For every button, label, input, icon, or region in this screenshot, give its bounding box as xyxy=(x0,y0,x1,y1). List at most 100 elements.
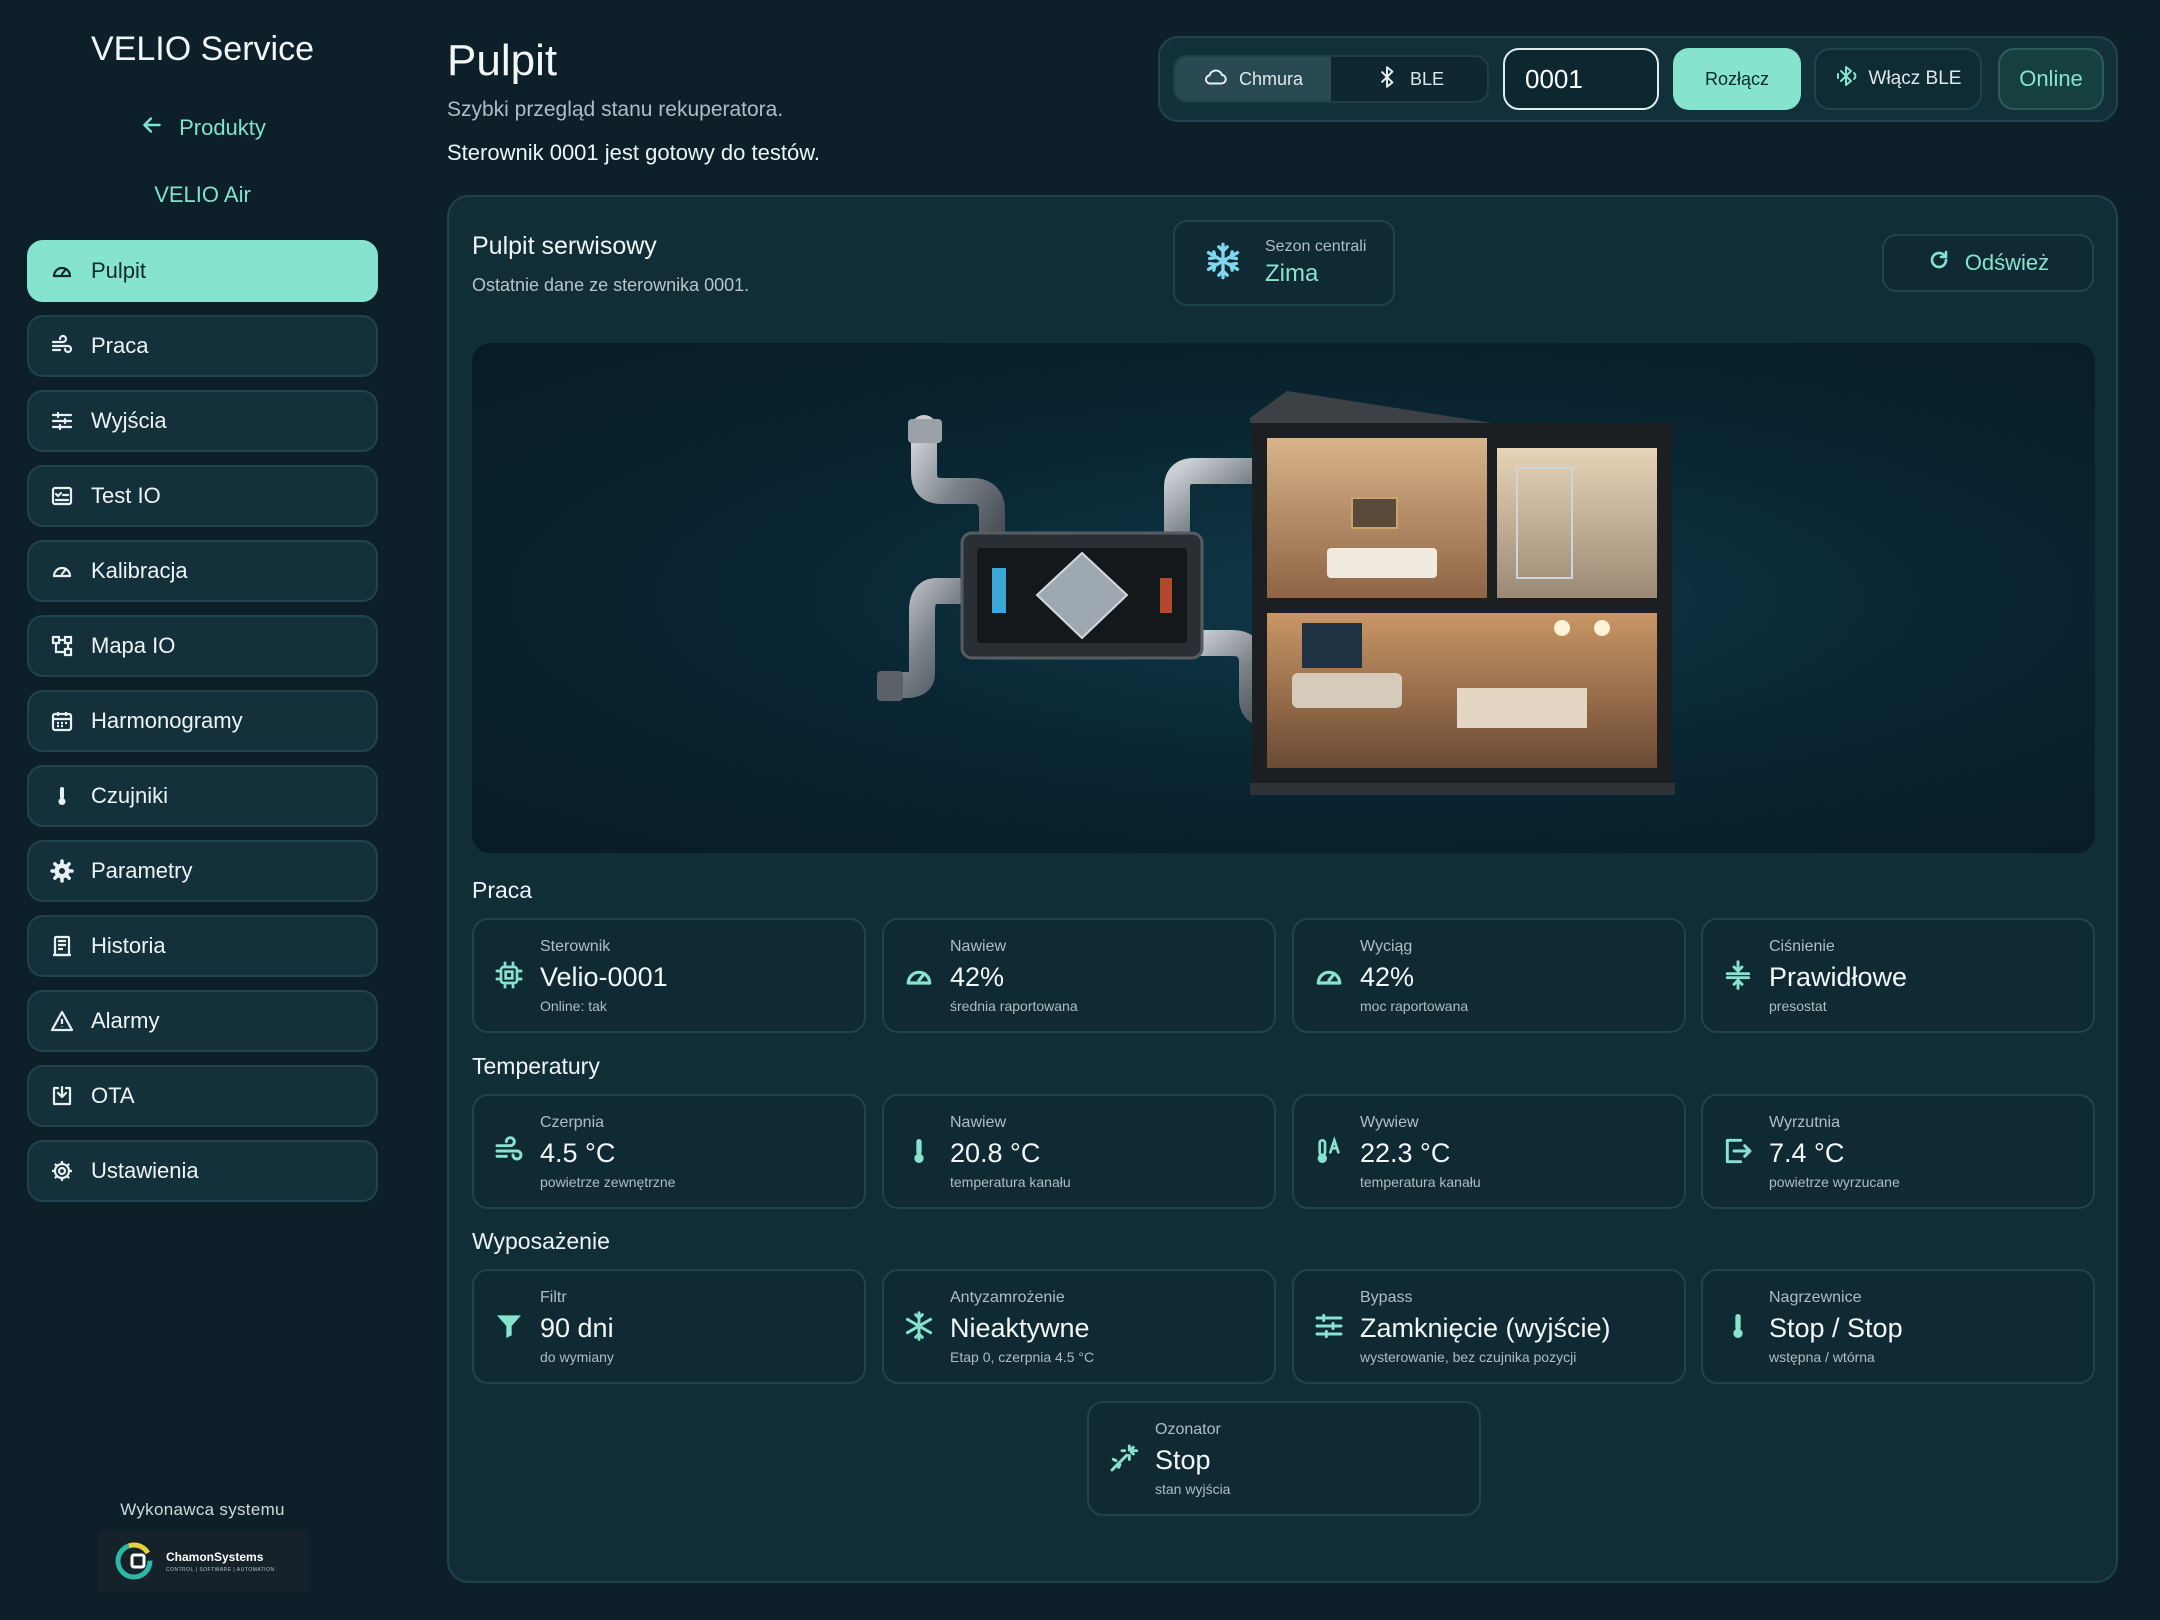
refresh-button[interactable]: Odśwież xyxy=(1882,234,2094,292)
card-value: 20.8 °C xyxy=(950,1138,1041,1168)
page-status-message: Sterownik 0001 jest gotowy do testów. xyxy=(447,140,820,165)
sidebar-item-ota[interactable]: OTA xyxy=(27,1065,378,1127)
bluetooth-icon xyxy=(1374,64,1400,95)
card-note: wstępna / wtórna xyxy=(1769,1349,1875,1365)
product-name: VELIO Air xyxy=(154,182,251,207)
gauge-icon xyxy=(49,258,75,284)
download-icon xyxy=(49,1083,75,1109)
history-icon xyxy=(49,933,75,959)
sidebar-item-ustawienia[interactable]: Ustawienia xyxy=(27,1140,378,1202)
thermometer-icon xyxy=(902,1134,936,1168)
card-value: Stop xyxy=(1155,1445,1211,1475)
checklist-icon xyxy=(49,483,75,509)
card-note: powietrze wyrzucane xyxy=(1769,1174,1900,1190)
card-value: Velio-0001 xyxy=(540,962,668,992)
gear-icon xyxy=(49,858,75,884)
section-title-temperatures: Temperatury xyxy=(472,1053,600,1079)
season-label: Sezon centrali xyxy=(1265,238,1367,255)
recuperator-illustration xyxy=(472,343,2095,853)
wind-icon xyxy=(492,1134,526,1168)
gauge-icon xyxy=(1312,958,1346,992)
sidebar-item-label: Parametry xyxy=(91,858,193,883)
back-link-label: Produkty xyxy=(179,115,266,140)
card-value: 22.3 °C xyxy=(1360,1138,1451,1168)
sidebar-item-label: Wyjścia xyxy=(91,408,167,433)
card-value: 4.5 °C xyxy=(540,1138,616,1168)
card-supply-power: Nawiew 42% średnia raportowana xyxy=(882,918,1276,1033)
pressure-icon xyxy=(1721,958,1755,992)
sidebar-item-praca[interactable]: Praca xyxy=(27,315,378,377)
sidebar-item-pulpit[interactable]: Pulpit xyxy=(27,240,378,302)
card-value: 7.4 °C xyxy=(1769,1138,1845,1168)
cloud-mode-label: Chmura xyxy=(1238,68,1304,89)
disconnect-button[interactable]: Rozłącz xyxy=(1673,48,1801,110)
refresh-icon xyxy=(1927,248,1951,278)
sidebar-item-kalibracja[interactable]: Kalibracja xyxy=(27,540,378,602)
sidebar-item-label: Pulpit xyxy=(91,258,147,283)
sliders-icon xyxy=(1312,1309,1346,1343)
card-note: powietrze zewnętrzne xyxy=(540,1174,676,1190)
enable-ble-button[interactable]: Włącz BLE xyxy=(1814,48,1982,110)
sidebar-item-label: Historia xyxy=(91,933,166,958)
card-extract-temp: Wywiew 22.3 °C temperatura kanału xyxy=(1292,1094,1686,1209)
card-label: Bypass xyxy=(1360,1289,1413,1306)
card-note: do wymiany xyxy=(540,1349,614,1365)
card-ozonator: Ozonator Stop stan wyjścia xyxy=(1087,1401,1481,1516)
card-exhaust-temp: Wyrzutnia 7.4 °C powietrze wyrzucane xyxy=(1701,1094,2095,1209)
panel-subtitle: Ostatnie dane ze sterownika 0001. xyxy=(472,275,750,295)
card-value: Prawidłowe xyxy=(1769,962,1908,992)
sidebar-item-parametry[interactable]: Parametry xyxy=(27,840,378,902)
sidebar-item-historia[interactable]: Historia xyxy=(27,915,378,977)
sidebar-item-mapa-io[interactable]: Mapa IO xyxy=(27,615,378,677)
ble-mode-button[interactable]: BLE xyxy=(1331,57,1487,101)
panel-title: Pulpit serwisowy xyxy=(472,232,657,260)
card-intake-temp: Czerpnia 4.5 °C powietrze zewnętrzne xyxy=(472,1094,866,1209)
card-note: wysterowanie, bez czujnika pozycji xyxy=(1360,1349,1577,1365)
card-filter: Filtr 90 dni do wymiany xyxy=(472,1269,866,1384)
logo-mark-icon xyxy=(115,1542,153,1580)
back-to-products-link[interactable]: Produkty xyxy=(0,112,405,144)
sidebar-item-alarmy[interactable]: Alarmy xyxy=(27,990,378,1052)
controller-id-input[interactable] xyxy=(1503,48,1659,110)
card-bypass: Bypass Zamknięcie (wyjście) wysterowanie… xyxy=(1292,1269,1686,1384)
card-label: Nagrzewnice xyxy=(1769,1289,1862,1306)
card-note: stan wyjścia xyxy=(1155,1481,1231,1497)
logo-name: ChamonSystems xyxy=(166,1549,264,1564)
season-value: Zima xyxy=(1265,260,1319,287)
card-exhaust-power: Wyciąg 42% moc raportowana xyxy=(1292,918,1686,1033)
sidebar-nav: Pulpit Praca Wyjścia Test IO Kalibracja … xyxy=(27,240,378,1215)
connection-mode-toggle: Chmura BLE xyxy=(1173,55,1489,103)
section-title-work: Praca xyxy=(472,877,533,903)
card-label: Wyrzutnia xyxy=(1769,1114,1840,1131)
sidebar-item-test-io[interactable]: Test IO xyxy=(27,465,378,527)
sidebar-item-label: Mapa IO xyxy=(91,633,176,658)
card-value: Zamknięcie (wyjście) xyxy=(1360,1313,1611,1343)
settings-icon xyxy=(49,1158,75,1184)
card-value: 90 dni xyxy=(540,1313,614,1343)
card-note: temperatura kanału xyxy=(1360,1174,1481,1190)
gauge-icon xyxy=(902,958,936,992)
card-label: Ciśnienie xyxy=(1769,938,1835,955)
card-label: Czerpnia xyxy=(540,1114,605,1131)
online-status-badge: Online xyxy=(1998,48,2104,110)
card-note: średnia raportowana xyxy=(950,998,1078,1014)
season-text: Sezon centrali Zima xyxy=(1265,238,1366,288)
card-note: temperatura kanału xyxy=(950,1174,1071,1190)
filter-icon xyxy=(492,1309,526,1343)
card-heaters: Nagrzewnice Stop / Stop wstępna / wtórna xyxy=(1701,1269,2095,1384)
sidebar-item-harmonogramy[interactable]: Harmonogramy xyxy=(27,690,378,752)
sidebar-item-czujniki[interactable]: Czujniki xyxy=(27,765,378,827)
sidebar-item-label: Praca xyxy=(91,333,149,358)
sidebar-item-wyjscia[interactable]: Wyjścia xyxy=(27,390,378,452)
card-note: Online: tak xyxy=(540,998,607,1014)
fan-icon xyxy=(49,333,75,359)
card-note: moc raportowana xyxy=(1360,998,1469,1014)
card-value: Stop / Stop xyxy=(1769,1313,1903,1343)
card-label: Wywiew xyxy=(1360,1114,1419,1131)
thermometer-icon xyxy=(1721,1309,1755,1343)
section-title-equipment: Wyposażenie xyxy=(472,1228,610,1254)
app-brand: VELIO Service xyxy=(91,30,314,68)
cloud-mode-button[interactable]: Chmura xyxy=(1175,57,1331,101)
sidebar-item-label: Test IO xyxy=(91,483,161,508)
sliders-icon xyxy=(49,408,75,434)
